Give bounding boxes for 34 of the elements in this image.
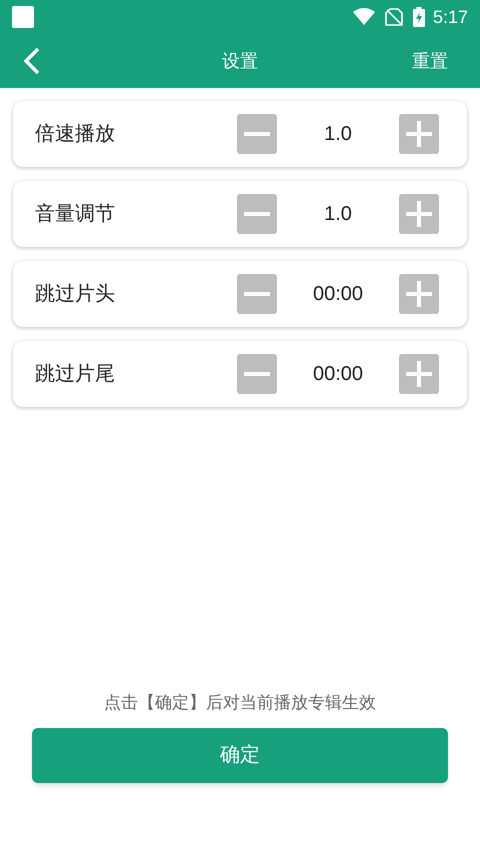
setting-value: 00:00 <box>312 362 364 387</box>
setting-label: 跳过片尾 <box>35 362 116 387</box>
status-time: 5:17 <box>432 6 468 28</box>
setting-label: 倍速播放 <box>35 122 116 147</box>
decrease-button[interactable] <box>237 354 277 394</box>
hint-text: 点击【确定】后对当前播放专辑生效 <box>104 692 376 714</box>
reset-button[interactable]: 重置 <box>412 48 448 74</box>
back-icon <box>22 47 42 75</box>
increase-button[interactable] <box>399 274 439 314</box>
increase-button[interactable] <box>399 354 439 394</box>
no-sim-icon <box>384 8 403 26</box>
page-title: 设置 <box>222 50 258 72</box>
confirm-button[interactable]: 确定 <box>32 728 448 782</box>
minus-icon <box>244 212 270 216</box>
increase-button[interactable] <box>399 194 439 234</box>
decrease-button[interactable] <box>237 274 277 314</box>
minus-icon <box>244 372 270 376</box>
plus-icon <box>406 201 432 227</box>
plus-icon <box>406 361 432 387</box>
setting-value: 1.0 <box>323 202 353 227</box>
notification-icon <box>12 6 34 28</box>
setting-value: 1.0 <box>323 122 353 147</box>
battery-charging-icon <box>412 7 425 27</box>
decrease-button[interactable] <box>237 114 277 154</box>
minus-icon <box>244 292 270 296</box>
minus-icon <box>244 132 270 136</box>
increase-button[interactable] <box>399 114 439 154</box>
setting-value: 00:00 <box>312 282 364 307</box>
setting-label: 音量调节 <box>35 202 116 227</box>
plus-icon <box>406 281 432 307</box>
decrease-button[interactable] <box>237 194 277 234</box>
wifi-icon <box>352 8 375 26</box>
plus-icon <box>406 121 432 147</box>
setting-label: 跳过片头 <box>35 282 116 307</box>
